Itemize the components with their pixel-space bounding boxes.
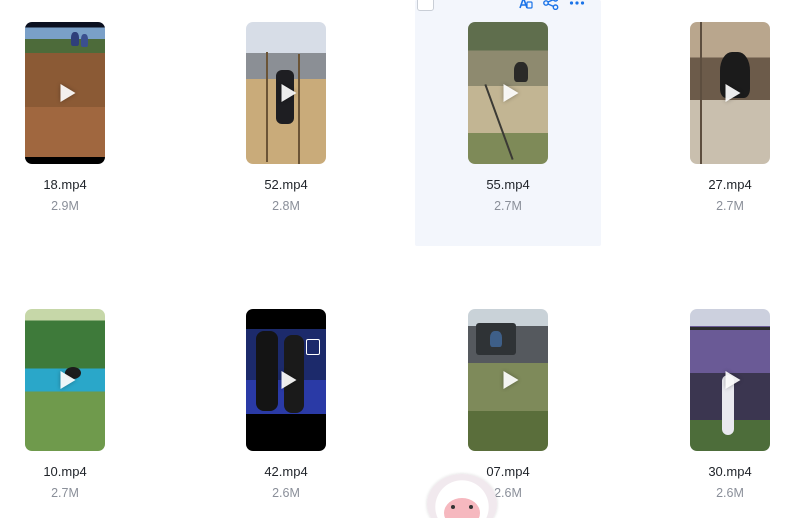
video-thumbnail[interactable] xyxy=(468,309,548,451)
tile-toolbar xyxy=(415,0,597,14)
mascot-face xyxy=(444,498,480,518)
file-tile[interactable]: 10.mp4 2.7M xyxy=(0,287,158,518)
file-size: 2.6M xyxy=(716,486,744,500)
file-size: 2.6M xyxy=(494,486,522,500)
video-thumbnail[interactable] xyxy=(468,22,548,164)
file-size: 2.7M xyxy=(51,486,79,500)
play-icon xyxy=(725,371,741,389)
file-name: 10.mp4 xyxy=(43,464,87,479)
mascot-eye xyxy=(469,505,473,509)
play-icon xyxy=(60,371,76,389)
file-tile[interactable]: 42.mp4 2.6M xyxy=(193,287,379,518)
file-name: 55.mp4 xyxy=(486,177,530,192)
tile-actions xyxy=(517,0,585,11)
video-thumbnail[interactable] xyxy=(25,309,105,451)
file-name: 27.mp4 xyxy=(708,177,752,192)
file-tile[interactable]: 27.mp4 2.7M xyxy=(637,0,800,240)
file-size: 2.9M xyxy=(51,199,79,213)
video-thumbnail[interactable] xyxy=(246,22,326,164)
mascot-eye xyxy=(451,505,455,509)
play-icon xyxy=(281,371,297,389)
share-icon[interactable] xyxy=(543,0,559,11)
file-name: 42.mp4 xyxy=(264,464,308,479)
file-name: 52.mp4 xyxy=(264,177,308,192)
play-icon xyxy=(725,84,741,102)
more-icon[interactable] xyxy=(569,0,585,10)
file-tile[interactable]: 30.mp4 2.6M xyxy=(637,287,800,518)
file-tile[interactable]: 18.mp4 2.9M xyxy=(0,0,158,240)
file-tile[interactable]: 52.mp4 2.8M xyxy=(193,0,379,240)
play-icon xyxy=(503,371,519,389)
video-thumbnail[interactable] xyxy=(25,22,105,164)
play-icon xyxy=(503,84,519,102)
play-icon xyxy=(60,84,76,102)
file-name: 18.mp4 xyxy=(43,177,87,192)
file-grid: 18.mp4 2.9M 52.mp4 2.8M 55.mp4 2.7M 27.m… xyxy=(0,0,800,518)
file-name: 30.mp4 xyxy=(708,464,752,479)
video-thumbnail[interactable] xyxy=(690,22,770,164)
play-icon xyxy=(281,84,297,102)
file-name: 07.mp4 xyxy=(486,464,530,479)
file-size: 2.6M xyxy=(272,486,300,500)
translate-icon[interactable] xyxy=(517,0,533,10)
file-size: 2.8M xyxy=(272,199,300,213)
file-tile-hovered[interactable]: 55.mp4 2.7M xyxy=(415,0,601,246)
select-checkbox[interactable] xyxy=(417,0,434,11)
video-thumbnail[interactable] xyxy=(690,309,770,451)
file-size: 2.7M xyxy=(494,199,522,213)
file-size: 2.7M xyxy=(716,199,744,213)
video-thumbnail[interactable] xyxy=(246,309,326,451)
